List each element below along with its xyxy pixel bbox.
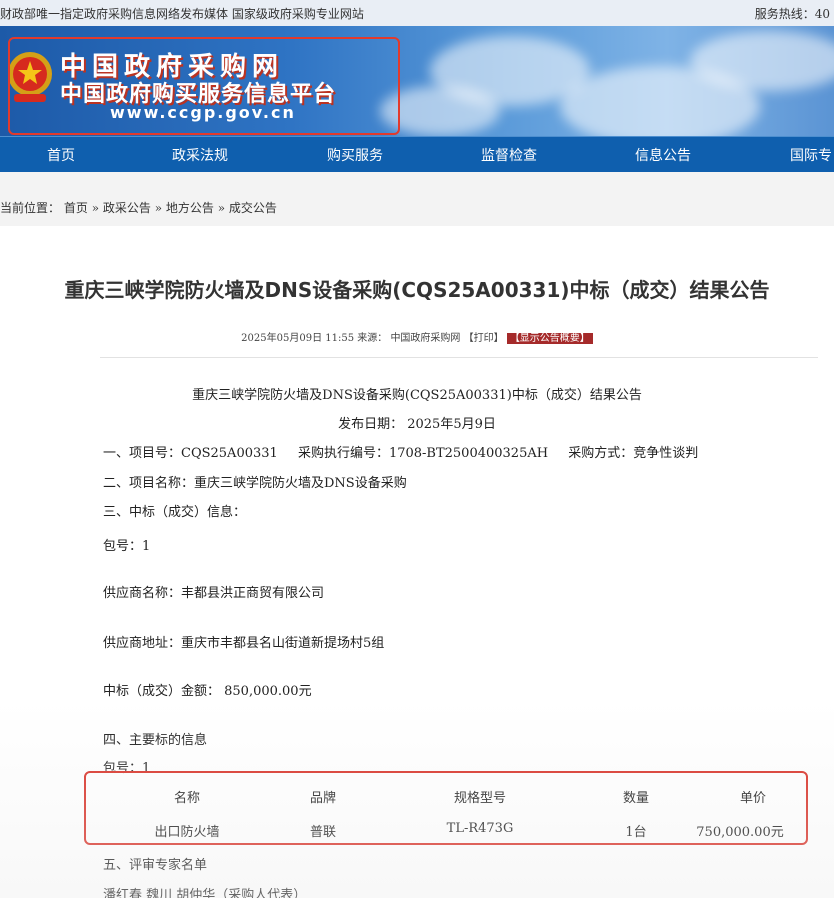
service-hotline: 服务热线：40 (754, 7, 830, 21)
table-header-brand: 品牌 (309, 791, 337, 806)
nav-home[interactable]: 首页 (47, 145, 75, 165)
table-header-price: 单价 (739, 791, 767, 806)
breadcrumb-bar: 当前位置： 首页 » 政采公告 » 地方公告 » 成交公告 (0, 172, 834, 226)
nav-regulations[interactable]: 政采法规 (172, 145, 228, 165)
package-number: 包号：1 (103, 539, 151, 554)
table-cell-brand: 普联 (309, 825, 337, 840)
table-header-model: 规格型号 (453, 791, 507, 806)
logo-url: www.ccgp.gov.cn (110, 103, 296, 122)
execution-number: 采购执行编号：1708-BT2500400325AH (297, 446, 549, 461)
show-summary-button[interactable]: 【显示公告概要】 (506, 333, 593, 344)
experts-names: 潘红春 魏川 胡仲华（采购人代表） (103, 888, 307, 898)
breadcrumb-deal-notices[interactable]: 成交公告 (229, 201, 277, 215)
page-title: 重庆三峡学院防火墙及DNS设备采购(CQS25A00331)中标（成交）结果公告 (64, 278, 770, 302)
divider (100, 357, 818, 358)
inner-title: 重庆三峡学院防火墙及DNS设备采购(CQS25A00331)中标（成交）结果公告 (192, 388, 642, 403)
table-cell-price: 750,000.00元 (696, 825, 784, 840)
publish-date: 发布日期： 2025年5月9日 (338, 417, 496, 432)
award-info-heading: 三、中标（成交）信息： (103, 505, 247, 520)
nav-announcements[interactable]: 信息公告 (635, 145, 691, 165)
article-meta: 2025年05月09日 11:55 来源： 中国政府采购网 【打印】 【显示公告… (0, 329, 834, 344)
publish-time: 2025年05月09日 11:55 来源： (241, 333, 388, 344)
print-link[interactable]: 【打印】 (464, 333, 504, 344)
breadcrumb-sep: » (217, 201, 226, 215)
breadcrumb-prefix: 当前位置： (0, 201, 61, 215)
site-banner: 中国政府采购网 中国政府购买服务信息平台 www.ccgp.gov.cn (0, 26, 834, 136)
table-cell-model: TL-R473G (446, 821, 514, 836)
supplier-address: 供应商地址：重庆市丰都县名山街道新提场村5组 (103, 636, 385, 651)
project-info-line: 一、项目号：CQS25A00331 采购执行编号：1708-BT25004003… (103, 442, 698, 461)
breadcrumb: 当前位置： 首页 » 政采公告 » 地方公告 » 成交公告 (0, 199, 277, 216)
supplier-name: 供应商名称：丰都县洪正商贸有限公司 (103, 586, 325, 601)
table-header-quantity: 数量 (622, 791, 650, 806)
breadcrumb-sep: » (91, 201, 100, 215)
procurement-method: 采购方式：竞争性谈判 (568, 446, 699, 461)
main-items-heading: 四、主要标的信息 (103, 733, 208, 748)
experts-heading: 五、评审专家名单 (103, 858, 208, 873)
source-name: 中国政府采购网 (390, 333, 461, 344)
project-name: 二、项目名称：重庆三峡学院防火墙及DNS设备采购 (103, 476, 407, 491)
site-slogan: 财政部唯一指定政府采购信息网络发布媒体 国家级政府采购专业网站 (0, 7, 364, 21)
breadcrumb-gov-notices[interactable]: 政采公告 (103, 201, 151, 215)
table-header-name: 名称 (173, 791, 201, 806)
breadcrumb-local-notices[interactable]: 地方公告 (166, 201, 214, 215)
nav-supervision[interactable]: 监督检查 (481, 145, 537, 165)
nav-international[interactable]: 国际专 (790, 145, 832, 165)
main-nav: 首页 政采法规 购买服务 监督检查 信息公告 国际专 (0, 136, 834, 172)
table-cell-name: 出口防火墙 (154, 825, 220, 840)
top-strip: 财政部唯一指定政府采购信息网络发布媒体 国家级政府采购专业网站 服务热线：40 (0, 0, 834, 26)
award-amount: 中标（成交）金额： 850,000.00元 (103, 684, 312, 699)
breadcrumb-sep: » (154, 201, 163, 215)
breadcrumb-home[interactable]: 首页 (64, 201, 88, 215)
project-number: 一、项目号：CQS25A00331 (103, 446, 278, 461)
nav-services[interactable]: 购买服务 (327, 145, 383, 165)
table-cell-quantity: 1台 (625, 825, 647, 840)
